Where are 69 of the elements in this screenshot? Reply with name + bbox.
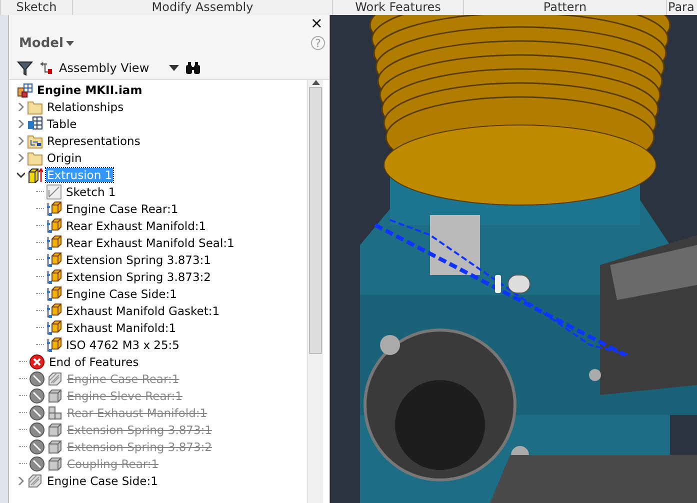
expand-toggle[interactable] (17, 102, 27, 110)
collapse-toggle[interactable] (17, 170, 27, 178)
tree-item-label[interactable]: Sketch 1 (65, 184, 117, 198)
error-icon (29, 354, 45, 370)
caret-icon (169, 65, 180, 71)
view-selector[interactable]: Assembly View (59, 61, 150, 75)
tree-item-label[interactable]: Extension Spring 3.873:1 (66, 422, 213, 436)
surface-part-icon (47, 370, 63, 386)
sketch-icon (46, 184, 62, 200)
block-icon (47, 388, 63, 404)
expand-toggle[interactable] (17, 120, 27, 128)
folder-icon (27, 98, 43, 114)
folder-icon (27, 150, 43, 166)
caret-icon (66, 40, 74, 46)
browser-title-menu[interactable]: Model (19, 36, 74, 50)
block-icon (47, 456, 63, 472)
tree-item-label[interactable]: Relationships (46, 100, 125, 114)
block-icon (47, 438, 63, 454)
tree-item-label[interactable]: Origin (46, 150, 83, 164)
part-icon (46, 218, 62, 234)
tree-item-label[interactable]: Representations (46, 134, 142, 148)
part-icon (46, 320, 62, 336)
chevron-right-icon (17, 102, 25, 110)
part-icon (46, 234, 62, 250)
extrusion-icon (27, 166, 43, 182)
filter-icon (17, 60, 33, 76)
table-icon (27, 116, 43, 132)
tree-item-label[interactable]: Table (46, 116, 78, 130)
tree-item-label[interactable]: Extension Spring 3.873:1 (65, 252, 212, 266)
part-icon (46, 268, 62, 284)
tree-item-label[interactable]: Engine Sleve Rear:1 (66, 388, 184, 402)
tree-item-label[interactable]: ISO 4762 M3 x 25:5 (65, 338, 181, 352)
scroll-up-icon (312, 80, 320, 85)
tree-item-label[interactable]: Extension Spring 3.873:2 (65, 270, 212, 284)
subassembly-icon (47, 404, 63, 420)
part-icon (46, 200, 62, 216)
chevron-right-icon (17, 136, 25, 144)
tree-item-label[interactable]: Engine Case Rear:1 (65, 202, 180, 216)
part-icon (46, 252, 62, 268)
assembly-icon (17, 82, 33, 98)
expand-toggle[interactable] (17, 154, 27, 162)
part-icon (46, 286, 62, 302)
chevron-right-icon (17, 154, 25, 162)
tree-item-label[interactable]: Coupling Rear:1 (66, 456, 160, 470)
chevron-right-icon (17, 120, 25, 128)
folder-icon (27, 132, 43, 148)
surface-part-icon (27, 472, 43, 488)
tree-item-label[interactable]: Engine MKII.iam (36, 82, 144, 96)
tree-item-label[interactable]: Extension Spring 3.873:2 (66, 440, 213, 454)
expand-toggle[interactable] (17, 476, 27, 484)
assembly-view-icon (39, 61, 53, 75)
tree-item-label[interactable]: Engine Case Side:1 (46, 474, 159, 488)
expand-toggle[interactable] (17, 136, 27, 144)
tree-item-label[interactable]: Rear Exhaust Manifold:1 (65, 218, 208, 232)
scrollbar[interactable] (307, 80, 323, 503)
chevron-right-icon (17, 476, 25, 484)
close-button[interactable]: × (308, 15, 325, 31)
tree-item-label[interactable]: Rear Exhaust Manifold Seal:1 (65, 236, 236, 250)
part-icon (46, 302, 62, 318)
tree-item-label[interactable]: Engine Case Side:1 (65, 286, 178, 300)
tree-item-label[interactable]: Exhaust Manifold:1 (65, 320, 178, 334)
tree-item-label[interactable]: Engine Case Rear:1 (66, 372, 180, 386)
chevron-down-icon (17, 170, 25, 178)
tree-item-label[interactable]: End of Features (48, 354, 140, 368)
tree-item-label[interactable]: Rear Exhaust Manifold:1 (66, 406, 208, 420)
part-icon (46, 336, 62, 352)
tree-item-label[interactable]: Exhaust Manifold Gasket:1 (65, 304, 221, 318)
binoculars-icon (185, 61, 202, 75)
block-icon (47, 422, 63, 438)
